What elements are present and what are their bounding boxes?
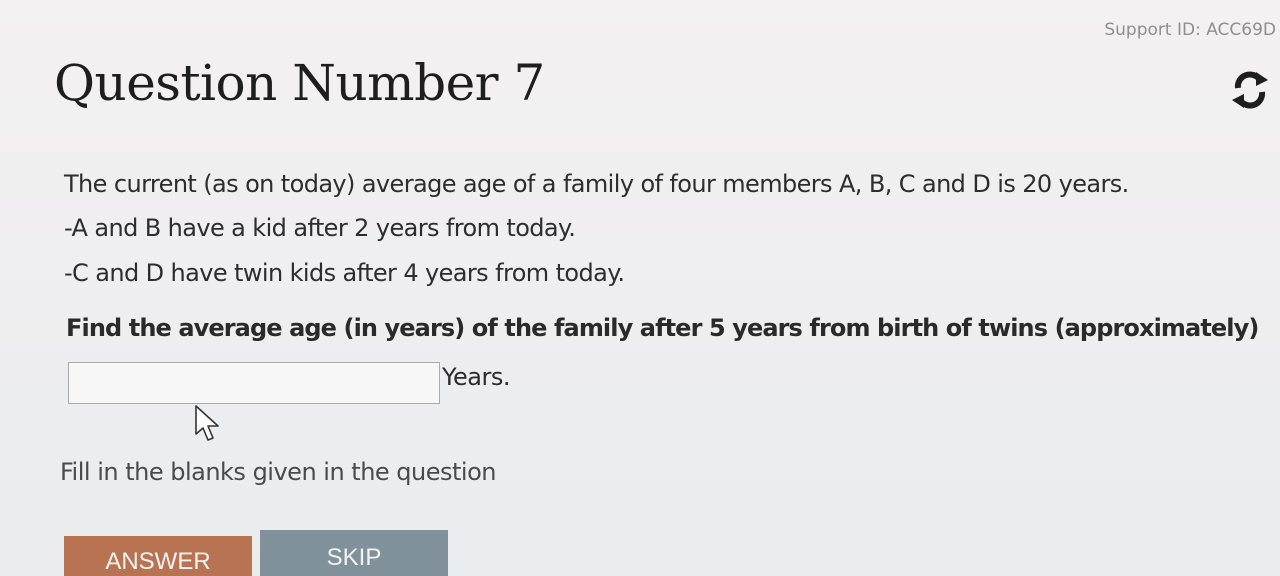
page-title: Question Number 7: [54, 54, 545, 112]
skip-button[interactable]: SKIP: [260, 530, 448, 576]
question-page: Support ID: ACC69D Question Number 7 The…: [0, 0, 1280, 576]
question-line-2: -A and B have a kid after 2 years from t…: [64, 214, 576, 242]
question-line-1: The current (as on today) average age of…: [64, 170, 1129, 198]
instruction-hint: Fill in the blanks given in the question: [60, 458, 497, 486]
question-line-3: -C and D have twin kids after 4 years fr…: [64, 259, 625, 287]
answer-button[interactable]: ANSWER: [64, 536, 252, 576]
answer-input[interactable]: [68, 362, 440, 404]
refresh-icon[interactable]: [1230, 66, 1270, 114]
cursor-icon: [195, 405, 219, 441]
support-id: Support ID: ACC69D: [1104, 20, 1276, 40]
answer-unit-label: Years.: [442, 363, 510, 391]
question-prompt: Find the average age (in years) of the f…: [66, 314, 1259, 342]
